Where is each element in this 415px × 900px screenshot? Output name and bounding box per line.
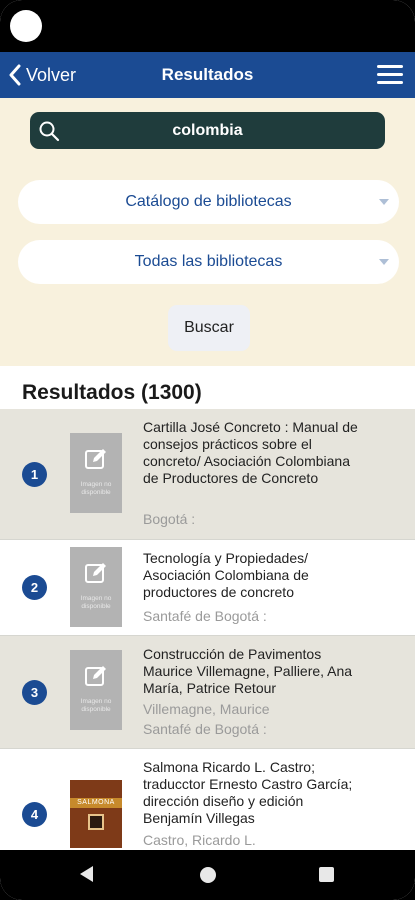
no-image-placeholder: Imagen no disponible [70,433,122,513]
nav-home-icon[interactable] [200,867,216,883]
caret-down-icon [379,259,389,265]
result-number-badge: 4 [22,802,47,827]
result-item[interactable]: 2 Imagen no disponible Tecnología y Prop… [0,540,415,636]
book-cover-image: SALMONA [70,780,122,848]
result-place: Santafé de Bogotá : [143,721,267,737]
result-place: Bogotá : [143,511,196,527]
app-bar: Volver Resultados [0,52,415,98]
result-title: Tecnología y Propiedades/ Asociación Col… [143,550,309,600]
no-image-placeholder: Imagen no disponible [70,547,122,627]
result-item[interactable]: 4 SALMONA Salmona Ricardo L. Castro; tra… [0,749,415,850]
edit-icon [85,449,106,469]
edit-icon [85,563,106,583]
app-screen: Volver Resultados colombia Catálogo de b… [0,0,415,900]
no-image-placeholder: Imagen no disponible [70,650,122,730]
result-author: Castro, Ricardo L. [143,832,256,848]
back-label: Volver [26,64,77,85]
search-query: colombia [172,122,243,139]
catalog-select-value: Catálogo de bibliotecas [125,193,292,210]
status-bar [0,0,415,52]
search-button[interactable]: Buscar [168,305,250,351]
no-image-text: Imagen no disponible [80,595,112,610]
result-item[interactable]: 1 Imagen no disponible Cartilla José Con… [0,409,415,540]
result-title: Salmona Ricardo L. Castro; traducctor Er… [143,759,353,826]
nav-back-icon[interactable] [80,866,93,882]
nav-recents-icon[interactable] [319,867,334,882]
result-author: Villemagne, Maurice [143,701,270,717]
result-title: Construcción de Pavimentos Maurice Ville… [143,646,353,696]
chevron-left-icon [9,64,21,86]
menu-line [377,81,403,84]
cover-title: SALMONA [77,799,115,806]
caret-down-icon [379,199,389,205]
search-input[interactable]: colombia [30,112,385,149]
no-image-text: Imagen no disponible [80,481,112,496]
hamburger-menu-icon [377,65,403,68]
library-select-value: Todas las bibliotecas [134,253,283,270]
results-heading: Resultados (1300) [22,381,202,404]
no-image-text: Imagen no disponible [80,698,112,713]
result-item[interactable]: 3 Imagen no disponible Construcción de P… [0,636,415,749]
back-button[interactable]: Volver [8,52,76,98]
result-number-badge: 1 [22,462,47,487]
catalog-select[interactable]: Catálogo de bibliotecas [18,180,399,224]
cover-illustration [88,814,104,830]
result-number-badge: 3 [22,680,47,705]
edit-icon [85,666,106,686]
menu-button[interactable] [377,65,403,85]
menu-line [377,73,403,76]
search-panel: colombia Catálogo de bibliotecas Todas l… [0,98,415,366]
result-number-badge: 2 [22,575,47,600]
result-place: Santafé de Bogotá : [143,608,267,624]
result-title: Cartilla José Concreto : Manual de conse… [143,419,358,486]
library-select[interactable]: Todas las bibliotecas [18,240,399,284]
camera-cutout [10,10,42,42]
system-nav-bar [0,850,415,900]
